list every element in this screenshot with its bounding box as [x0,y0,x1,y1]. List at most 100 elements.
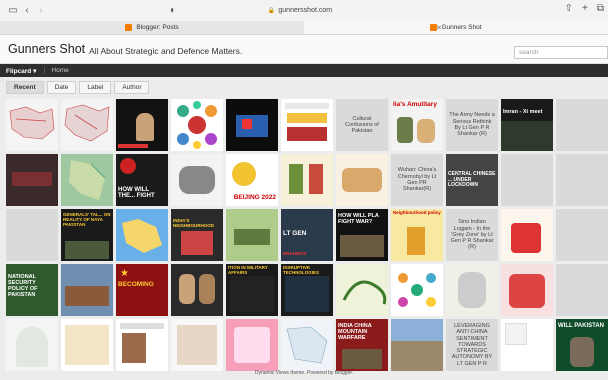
browser-toolbar: ▭ ‹ › ◐ 🔒 gunnersshot.com ⇧ + ⧉ [0,0,608,21]
post-card[interactable] [281,319,333,371]
blog-title[interactable]: Gunners Shot [8,42,85,56]
post-card[interactable] [116,99,168,151]
post-card-empty [6,209,58,261]
post-card[interactable] [6,99,58,151]
diagram-thumbnail [398,273,436,307]
post-card[interactable] [171,99,223,151]
post-card[interactable] [61,99,113,151]
post-card[interactable] [336,154,388,206]
search-input[interactable]: search [514,46,608,59]
tab-blogger-posts[interactable]: Blogger: Posts [0,21,304,34]
map-thumbnail [122,219,162,253]
post-card[interactable]: NATIONAL SECURITY POLICY OF PAKISTAN [6,264,58,316]
post-card[interactable]: Imran - Xi meet [501,99,553,151]
post-card-text[interactable]: The Army Needs a Serious Rethink By Lt G… [446,99,498,151]
post-card[interactable] [61,264,113,316]
post-card[interactable] [501,264,553,316]
post-card[interactable] [336,264,388,316]
post-card[interactable]: GENERALS' TAL... ON REALITY OF NAYA PAKI… [61,209,113,261]
share-icon[interactable]: ⇧ [565,3,573,14]
post-card[interactable]: INDIA'S NEIGHBOURHOOD [171,209,223,261]
post-card[interactable]: HOW WILL THE... FIGHT [116,154,168,206]
map-thumbnail [64,104,110,142]
post-card[interactable] [501,209,553,261]
sort-label-button[interactable]: Label [79,80,112,94]
post-card[interactable] [116,319,168,371]
star-icon: ★ [120,268,129,279]
post-card-title: INDIA CHINA MOUNTAIN WARFARE [338,323,372,342]
post-card-title: lia's Amulitary [393,101,437,108]
post-card-title: GENERALS' TAL... ON REALITY OF NAYA PAKI… [63,212,111,227]
map-thumbnail [286,326,328,364]
post-card-empty [501,154,553,206]
post-card-title: LT GEN [283,230,307,237]
post-card[interactable] [501,319,553,371]
sidebar-toggle-icon[interactable]: ▭ [6,5,20,16]
shield-icon[interactable]: ◐ [166,5,180,16]
diagram-thumbnail [177,101,217,149]
post-card[interactable] [6,154,58,206]
view-navbar: Flipcard ▾ Home [0,64,608,77]
forward-arrow-icon[interactable]: › [34,5,48,16]
address-bar[interactable]: 🔒 gunnersshot.com [225,4,375,17]
post-card-title: WILL PAKISTAN [558,323,604,329]
post-card[interactable] [226,99,278,151]
post-card[interactable]: lia's Amulitary [391,99,443,151]
blog-subtitle: All About Strategic and Defence Matters. [89,45,243,56]
post-card-title: BEIJING 2022 [233,194,276,202]
view-selector[interactable]: Flipcard ▾ [6,67,36,75]
post-card[interactable]: INDIA CHINA MOUNTAIN WARFARE [336,319,388,371]
lock-icon: 🔒 [267,8,276,14]
home-link[interactable]: Home [44,67,69,74]
post-card-text[interactable]: Wuhan: China's Chernobyl by Lt Gen PR Sh… [391,154,443,206]
post-card-text[interactable]: Sino Indian Logjam - In the 'Grey Zone' … [446,209,498,261]
new-tab-icon[interactable]: + [582,3,588,14]
sort-author-button[interactable]: Author [114,80,150,94]
post-card-subtitle: BRAHMOS [283,251,307,257]
post-card[interactable]: BECOMING ★ [116,264,168,316]
post-card[interactable]: CENTRAL CHINESE ... UNDER LOCKDOWN [446,154,498,206]
post-card[interactable]: WILL PAKISTAN [556,319,608,371]
post-card-title: DISRUPTIVE TECHNOLOGIES [283,265,320,275]
tab-gunners-shot[interactable]: ✕ Gunners Shot [304,21,608,34]
caret-down-icon: ▾ [33,67,37,75]
post-card[interactable] [391,264,443,316]
tab-overview-icon[interactable]: ⧉ [597,3,604,14]
address-bar-url: gunnersshot.com [278,7,333,14]
post-card[interactable] [171,319,223,371]
post-card-title: NATIONAL SECURITY POLICY OF PAKISTAN [8,274,38,299]
post-card[interactable] [226,319,278,371]
post-card-text[interactable]: LEVERAGING ANTI CHINA SENTIMENT TOWARDS … [446,319,498,371]
post-card[interactable]: Neighbourhood policy [391,209,443,261]
post-card[interactable] [61,154,113,206]
post-card-title: CENTRAL CHINESE ... UNDER LOCKDOWN [448,171,496,188]
blog-header: Gunners Shot All About Strategic and Def… [0,35,608,64]
post-card[interactable]: BEIJING 2022 [226,154,278,206]
tab-bar: Blogger: Posts ✕ Gunners Shot [0,21,608,35]
post-card[interactable] [6,319,58,371]
close-tab-icon[interactable]: ✕ [436,24,442,32]
sort-bar: Recent Date Label Author [0,77,608,97]
post-card[interactable] [281,99,333,151]
post-card-empty [556,264,608,316]
post-card[interactable] [171,264,223,316]
sort-date-button[interactable]: Date [46,80,77,94]
post-card-title: Imran - Xi meet [503,109,543,115]
post-card[interactable]: DISRUPTIVE TECHNOLOGIES [281,264,333,316]
back-arrow-icon[interactable]: ‹ [20,5,34,16]
sort-recent-button[interactable]: Recent [6,80,44,94]
tab-label: Blogger: Posts [136,24,179,31]
post-card-text[interactable]: Cultural Confusions of Pakistan [336,99,388,151]
post-card[interactable] [61,319,113,371]
post-card[interactable] [116,209,168,261]
post-card[interactable]: ITION IN MILITARY AFFAIRS [226,264,278,316]
post-card-title: Neighbourhood policy [393,210,441,215]
post-card[interactable] [226,209,278,261]
post-card[interactable] [446,264,498,316]
post-card-title: INDIA'S NEIGHBOURHOOD [173,218,215,228]
post-card[interactable] [391,319,443,371]
post-card[interactable] [171,154,223,206]
post-card[interactable]: LT GEN BRAHMOS [281,209,333,261]
post-card[interactable]: HOW WILL PLA FIGHT WAR? [336,209,388,261]
post-card[interactable] [281,154,333,206]
